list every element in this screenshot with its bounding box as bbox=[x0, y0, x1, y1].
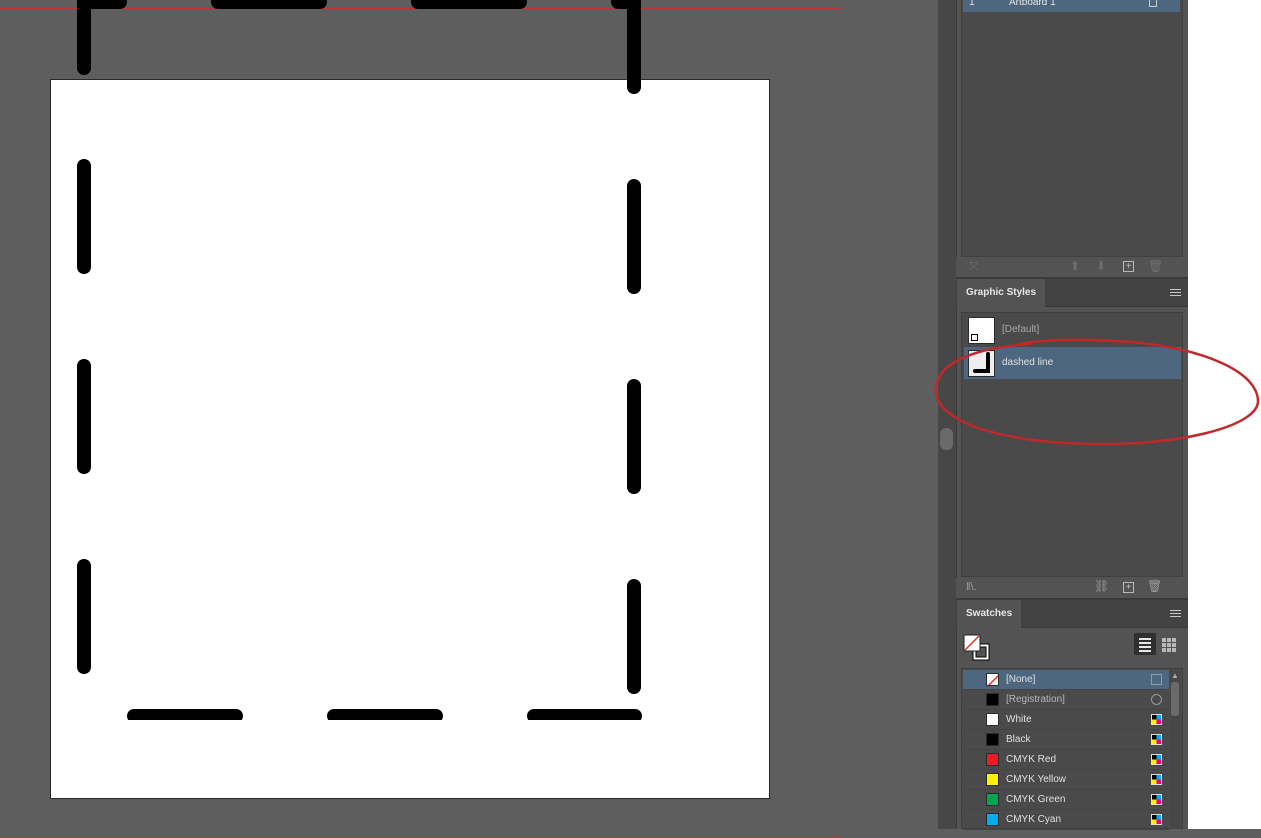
artboard[interactable] bbox=[50, 0, 770, 799]
swatches-menu-icon[interactable] bbox=[1170, 610, 1181, 617]
swatch-label: CMYK Green bbox=[1006, 794, 1066, 805]
swatch-chip bbox=[986, 713, 999, 726]
artboard-options-icon[interactable] bbox=[1149, 0, 1157, 7]
tab-swatches[interactable]: Swatches bbox=[957, 600, 1022, 628]
new-artboard-icon[interactable]: + bbox=[1123, 261, 1134, 272]
scroll-up-icon[interactable]: ▲ bbox=[1171, 671, 1179, 680]
swatch-none[interactable]: [None] bbox=[963, 670, 1169, 690]
artboards-list bbox=[961, 0, 1183, 257]
swatch-chip bbox=[986, 793, 999, 806]
swatch-cmyk-red[interactable]: CMYK Red bbox=[963, 750, 1169, 770]
swatch-label: CMYK Cyan bbox=[1006, 814, 1062, 825]
list-view-icon[interactable] bbox=[1134, 633, 1156, 655]
swatch-cmyk-green[interactable]: CMYK Green bbox=[963, 790, 1169, 810]
swatch-label: CMYK Yellow bbox=[1006, 774, 1067, 785]
new-style-icon[interactable]: + bbox=[1123, 582, 1134, 593]
swatches-scroll-thumb[interactable] bbox=[1171, 682, 1179, 716]
registration-icon bbox=[1151, 694, 1162, 705]
artboards-footer: ⤧ ⬆ ⬇ + 🗑 bbox=[956, 257, 1186, 277]
swatch-label: White bbox=[1006, 714, 1032, 725]
swatch-chip bbox=[986, 813, 999, 826]
no-print-icon bbox=[1151, 674, 1162, 685]
process-color-icon bbox=[1151, 754, 1162, 765]
swatch-chip bbox=[986, 673, 999, 686]
process-color-icon bbox=[1151, 734, 1162, 745]
swatch-cmyk-cyan[interactable]: CMYK Cyan bbox=[963, 810, 1169, 830]
swatch-label: Black bbox=[1006, 734, 1031, 745]
annotation-ellipse bbox=[934, 338, 1260, 446]
artboard-row[interactable]: 1 Artboard 1 bbox=[963, 0, 1180, 12]
process-color-icon bbox=[1151, 774, 1162, 785]
swatches-tabbar: Swatches bbox=[956, 600, 1188, 628]
swatch-cmyk-yellow[interactable]: CMYK Yellow bbox=[963, 770, 1169, 790]
break-link-icon[interactable]: ⛓ bbox=[1094, 580, 1109, 592]
artboard-name: Artboard 1 bbox=[1009, 0, 1056, 8]
process-color-icon bbox=[1151, 794, 1162, 805]
swatch-chip bbox=[986, 733, 999, 746]
grid-view-icon[interactable] bbox=[1162, 638, 1176, 652]
swatch-label: [Registration] bbox=[1006, 694, 1065, 705]
delete-style-icon[interactable]: 🗑 bbox=[1147, 580, 1162, 592]
dashed-square-path[interactable] bbox=[0, 0, 720, 720]
swatch-black[interactable]: Black bbox=[963, 730, 1169, 750]
graphic-styles-menu-icon[interactable] bbox=[1170, 289, 1181, 296]
swatch-chip bbox=[986, 693, 999, 706]
rearrange-icon[interactable]: ⤧ bbox=[969, 260, 979, 272]
move-down-icon[interactable]: ⬇ bbox=[1096, 260, 1106, 272]
fill-stroke-indicator[interactable] bbox=[963, 634, 991, 662]
graphic-styles-footer: ǁ\. ⛓ + 🗑 bbox=[956, 578, 1186, 598]
move-up-icon[interactable]: ⬆ bbox=[1070, 260, 1080, 272]
libraries-menu-icon[interactable]: ǁ\. bbox=[966, 581, 977, 593]
swatch-chip bbox=[986, 773, 999, 786]
process-color-icon bbox=[1151, 814, 1162, 825]
swatches-scrollbar[interactable]: ▲ bbox=[1170, 670, 1180, 829]
artboard-number: 1 bbox=[969, 0, 975, 8]
delete-artboard-icon[interactable]: 🗑 bbox=[1148, 260, 1163, 272]
swatch-label: CMYK Red bbox=[1006, 754, 1057, 765]
swatch-white[interactable]: White bbox=[963, 710, 1169, 730]
dash-segment bbox=[77, 0, 127, 75]
graphic-styles-tabbar: Graphic Styles bbox=[956, 279, 1188, 307]
swatch-registration[interactable]: [Registration] bbox=[963, 690, 1169, 710]
swatch-label: [None] bbox=[1006, 674, 1036, 685]
swatch-chip bbox=[986, 753, 999, 766]
tab-graphic-styles[interactable]: Graphic Styles bbox=[957, 279, 1046, 307]
process-color-icon bbox=[1151, 714, 1162, 725]
dash-segment bbox=[611, 0, 641, 94]
